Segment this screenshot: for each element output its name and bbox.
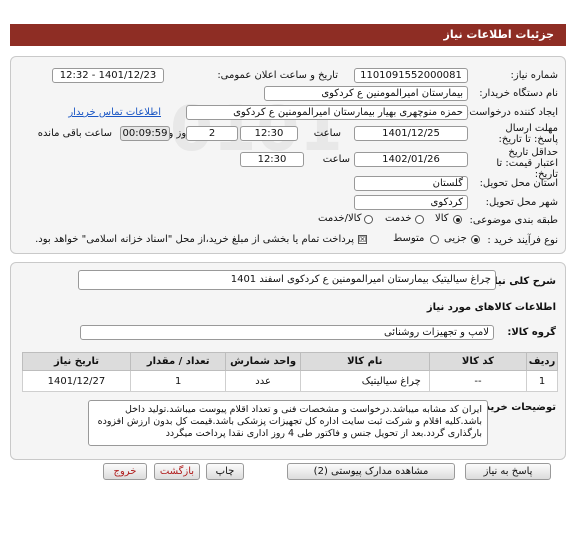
need-number-label: شماره نیاز:: [510, 70, 559, 81]
cell-name: چراغ سیالیتیک: [299, 370, 430, 392]
page-title-bar: جزئیات اطلاعات نیاز: [10, 24, 566, 46]
goods-group-label: گروه کالا:: [507, 327, 556, 338]
deadline-time-label: ساعت: [313, 128, 341, 139]
goods-table-header: ردیف کد کالا نام کالا واحد شمارش تعداد /…: [22, 352, 558, 371]
page-title: جزئیات اطلاعات نیاز: [443, 28, 555, 41]
deadline-label: مهلت ارسال پاسخ: تا تاریخ:: [498, 123, 559, 145]
category-goods-radio[interactable]: [453, 215, 462, 224]
cell-qty: 1: [129, 370, 227, 392]
buyer-notes-text: ایران کد مشابه میباشد.درخواست و مشخصات ف…: [88, 400, 488, 446]
exit-button[interactable]: خروج: [103, 463, 147, 480]
creator-field: حمزه منوچهری بهیار بیمارستان امیرالمومنی…: [186, 105, 468, 120]
category-both-radio[interactable]: [364, 215, 373, 224]
cell-date: 1401/12/27: [22, 370, 131, 392]
cell-unit: عدد: [225, 370, 301, 392]
deadline-date-field: 1401/12/25: [354, 126, 468, 141]
creator-label: ایجاد کننده درخواست:: [465, 107, 558, 118]
goods-section-title: اطلاعات کالاهای مورد نیاز: [426, 302, 556, 313]
process-medium-label: متوسط: [393, 233, 425, 244]
col-row: ردیف: [526, 352, 558, 371]
buyer-contact-link[interactable]: اطلاعات تماس خریدار: [68, 107, 161, 118]
category-service-radio[interactable]: [415, 215, 424, 224]
category-service-label: خدمت: [385, 213, 412, 224]
process-small-label: جزیی: [444, 233, 467, 244]
remaining-timer: 00:09:59: [120, 126, 170, 141]
goods-table: ردیف کد کالا نام کالا واحد شمارش تعداد /…: [22, 352, 558, 392]
col-name: نام کالا: [299, 352, 430, 371]
table-row: 1 -- چراغ سیالیتیک عدد 1 1401/12/27: [22, 370, 558, 392]
province-field: گلستان: [354, 176, 468, 191]
back-button[interactable]: بازگشت: [154, 463, 200, 480]
goods-group-field: لامپ و تجهیزات روشنائی: [80, 325, 494, 340]
col-code: کد کالا: [428, 352, 528, 371]
summary-field: چراغ سیالیتیک بیمارستان امیرالمومنین ع ک…: [78, 270, 496, 290]
city-field: کردکوی: [354, 195, 468, 210]
process-small-radio[interactable]: [471, 235, 480, 244]
col-date: تاریخ نیاز: [22, 352, 131, 371]
announce-field: 1401/12/23 - 12:32: [52, 68, 164, 83]
category-goods-label: کالا: [435, 213, 449, 224]
process-label: نوع فرآیند خرید :: [487, 235, 558, 246]
cell-row: 1: [526, 370, 558, 392]
reply-button[interactable]: پاسخ به نیاز: [465, 463, 551, 480]
attachments-button[interactable]: مشاهده مدارک پیوستی (2): [287, 463, 455, 480]
col-unit: واحد شمارش: [225, 352, 301, 371]
payment-note: پرداخت تمام یا بخشی از مبلغ خرید،از محل …: [35, 234, 354, 245]
cell-code: --: [428, 370, 528, 392]
col-qty: تعداد / مقدار: [129, 352, 227, 371]
remaining-label: ساعت باقی مانده: [37, 128, 112, 139]
city-label: شهر محل تحویل:: [485, 197, 558, 208]
process-medium-radio[interactable]: [430, 235, 439, 244]
days-field: 2: [186, 126, 238, 141]
validity-date-field: 1402/01/26: [354, 152, 468, 167]
validity-label: حداقل تاریخ اعتبار قیمت: تا تاریخ:: [496, 147, 558, 180]
announce-label: تاریخ و ساعت اعلان عمومی:: [217, 70, 338, 81]
validity-time-field: 12:30: [240, 152, 304, 167]
buyer-label: نام دستگاه خریدار:: [479, 88, 558, 99]
treasury-checkbox[interactable]: ☒: [358, 235, 367, 244]
need-number-field: 1101091552000081: [354, 68, 468, 83]
buyer-field: بیمارستان امیرالمومنین ع کردکوی: [264, 86, 468, 101]
deadline-time-field: 12:30: [240, 126, 298, 141]
validity-time-label: ساعت: [322, 154, 350, 165]
category-label: طبقه بندی موضوعی:: [469, 215, 558, 226]
print-button[interactable]: چاپ: [206, 463, 244, 480]
province-label: استان محل تحویل:: [479, 178, 558, 189]
category-both-label: کالا/خدمت: [318, 213, 362, 224]
